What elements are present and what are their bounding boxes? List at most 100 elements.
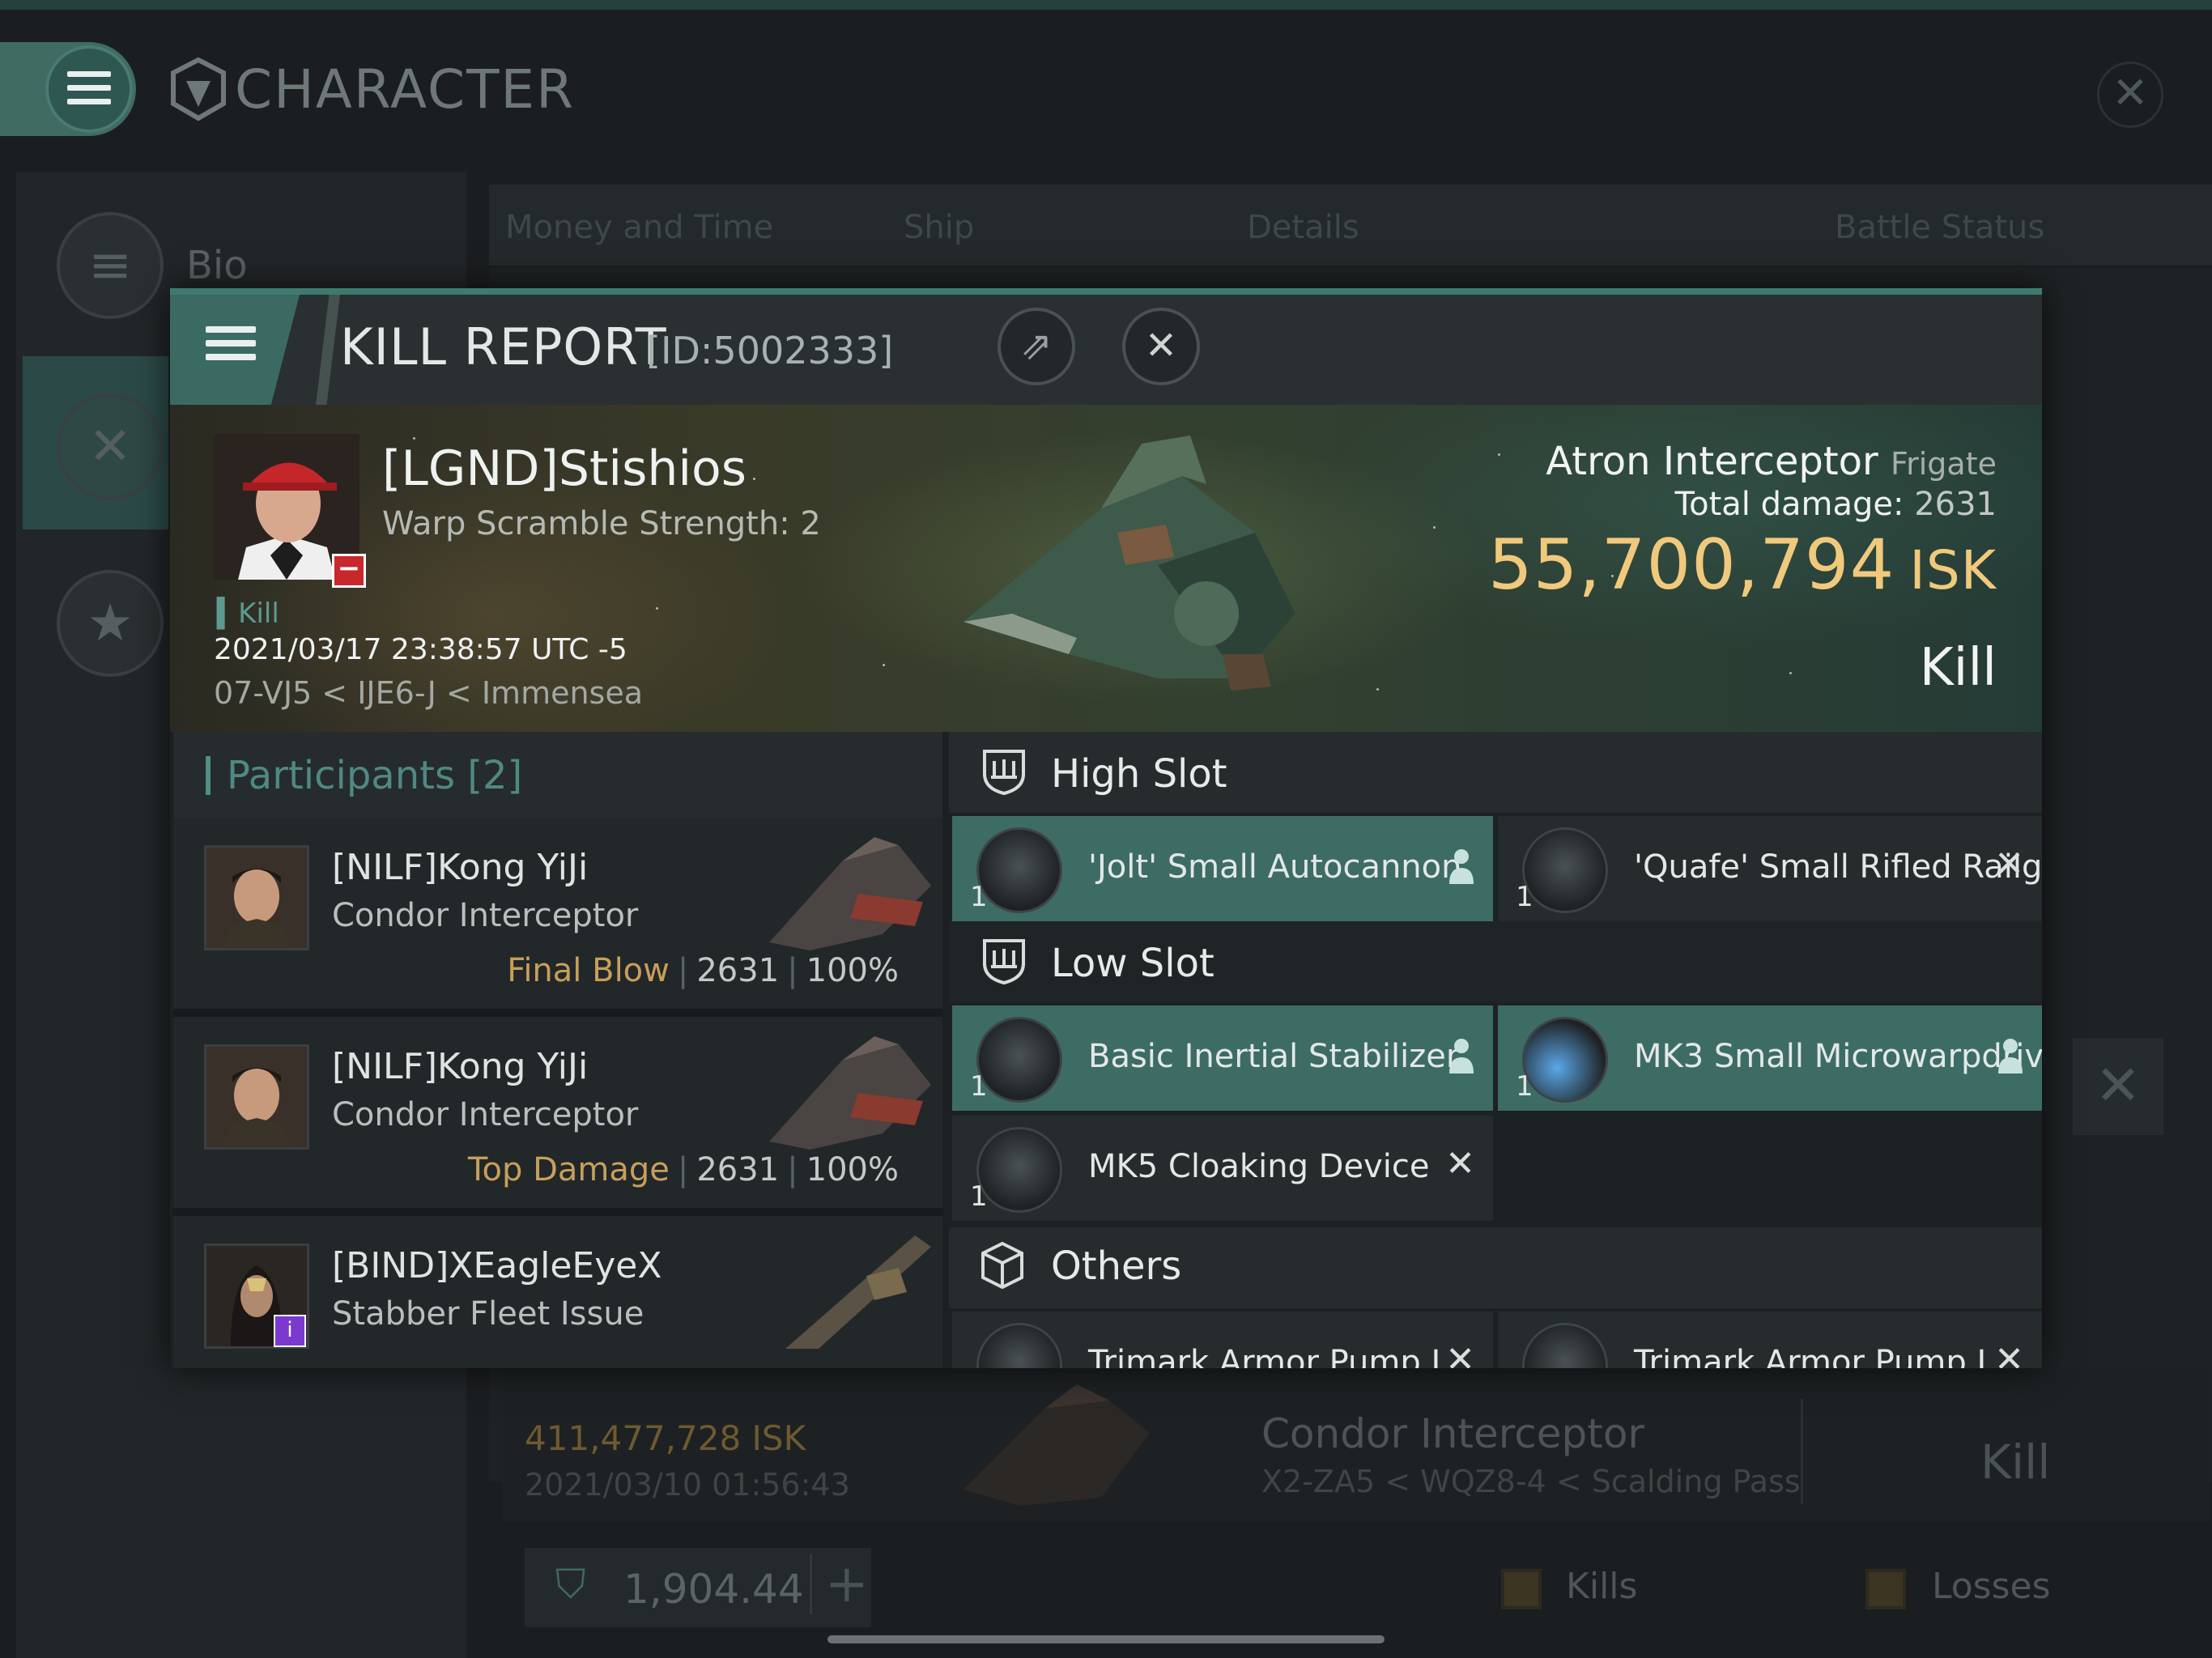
close-icon[interactable]: ✕ [1122,308,1200,385]
isk-unit: ISK [1909,539,1997,602]
share-icon[interactable]: ⇗ [998,308,1075,385]
dropped-person-icon [1449,849,1474,884]
close-icon[interactable]: ✕ [2097,62,2163,128]
divider [1801,1399,1803,1504]
kills-legend-swatch [1501,1569,1542,1609]
isk-icon: ⛉ [555,1561,586,1608]
kill-tag: ▍Kill [217,597,279,630]
row-separator [173,1009,942,1017]
kill-row-location: X2-ZA5 < WQZ8-4 < Scalding Pass [1261,1464,1801,1499]
star-icon[interactable]: ★ [57,570,164,677]
destroyed-icon: ✕ [1994,844,2024,885]
module-quantity: 1 [1516,1070,1534,1103]
participant-name[interactable]: [NILF]Kong YiJi [332,847,588,888]
tab-details[interactable]: Details [1247,209,1359,246]
module-armor-pump[interactable]: Trimark Armor Pump I ✕ [952,1312,1493,1368]
sidebar-item-bio[interactable]: Bio [186,243,248,288]
victim-name[interactable]: [LGND]Stishios [382,440,747,497]
participant-ship: Stabber Fleet Issue [332,1295,644,1333]
participant-damage: 2631 [696,1151,780,1188]
module-inertial-stabilizer[interactable]: 1 Basic Inertial Stabilizer [952,1005,1493,1111]
kill-datetime: 2021/03/17 23:38:57 UTC -5 [214,633,627,666]
isk-value: 55,700,794 ISK [1488,525,1997,606]
kill-hero: − [LGND]Stishios Warp Scramble Strength:… [170,405,2042,732]
top-accent-line [0,0,2212,10]
kill-report-modal: KILL REPORT [ID:5002333] ⇗ ✕ − [LGND]Sti… [170,288,2042,1368]
losses-legend-swatch [1865,1569,1906,1609]
kill-report-title: KILL REPORT [340,317,667,376]
victim-subtitle: Warp Scramble Strength: 2 [382,505,821,542]
armor-pump-icon [1522,1323,1608,1368]
wallet-value: 1,904.44 [623,1566,804,1613]
crossed-swords-icon: ✕ [57,393,164,500]
railgun-icon [1522,827,1608,913]
kill-location[interactable]: 07-VJ5 < IJE6-J < Immensea [214,675,643,711]
participant-ship-image [785,1235,931,1349]
list-icon[interactable]: ≡ [57,212,164,319]
participant-stats: Top Damage | 2631 | 100% [467,1151,899,1188]
participant-name[interactable]: [BIND]XEagleEyeX [332,1245,661,1286]
tab-money-and-time[interactable]: Money and Time [505,209,773,246]
high-slot-title: High Slot [1051,751,1227,797]
module-quafe-railgun[interactable]: 1 'Quafe' Small Rifled Railgun ✕ [1498,816,2042,921]
module-quantity: 1 [970,1070,988,1103]
participants-label: Participants [227,753,455,798]
destroyed-icon: ✕ [1994,1339,2024,1368]
victim-ship-image [963,436,1295,691]
kill-row-result: Kill [1980,1435,2051,1490]
module-name: MK3 Small Microwarpdrive [1634,1038,2042,1075]
participant-name[interactable]: [NILF]Kong YiJi [332,1046,588,1087]
participant-role: Final Blow [507,952,670,989]
kills-legend-label: Kills [1566,1566,1638,1607]
participant-ship-image [769,1036,931,1150]
module-armor-pump[interactable]: Trimark Armor Pump I ✕ [1498,1312,2042,1368]
module-cloaking-device[interactable]: 1 MK5 Cloaking Device ✕ [952,1116,1493,1221]
row-separator [173,1208,942,1216]
kill-row-ship: Condor Interceptor [1261,1410,1644,1457]
add-isk-button[interactable]: + [810,1554,869,1614]
modal-accent-bar [170,288,2042,295]
module-jolt-autocannon[interactable]: 1 'Jolt' Small Autocannon [952,816,1493,921]
losses-legend-label: Losses [1932,1566,2051,1607]
participant-role: Top Damage [467,1151,670,1188]
tab-ship[interactable]: Ship [904,209,974,246]
standing-badge: − [332,554,366,588]
tab-battle-status[interactable]: Battle Status [1835,209,2044,246]
page-title: CHARACTER [235,58,575,121]
kill-result: Kill [1919,638,1997,698]
module-name: Trimark Armor Pump I [1088,1344,1441,1368]
kill-row-isk: 411,477,728 ISK [525,1418,806,1458]
module-name: 'Jolt' Small Autocannon [1088,848,1462,886]
standing-badge: i [274,1315,306,1347]
victim-ship[interactable]: Atron Interceptor Frigate [1546,439,1997,484]
tools-icon[interactable]: ✕ [2073,1038,2163,1135]
home-indicator[interactable] [827,1635,1385,1643]
participant-stats: Final Blow | 2631 | 100% [507,952,899,989]
participant-avatar [204,1044,309,1150]
participants-title: Participants [2] [227,753,522,798]
low-slot-icon [983,939,1025,985]
high-slot-icon [983,750,1025,796]
cube-icon [981,1241,1023,1290]
participant-percent: 100% [806,1151,899,1188]
ship-thumbnail [963,1384,1150,1506]
kill-row-date: 2021/03/10 01:56:43 [525,1467,850,1503]
participant-damage: 2631 [696,952,780,989]
main-menu-circle[interactable] [45,45,133,133]
dropped-person-icon [1449,1039,1474,1073]
others-title: Others [1051,1244,1182,1289]
total-damage: Total damage: 2631 [1674,486,1997,523]
module-quantity: 1 [970,881,988,913]
inertial-stabilizer-icon [976,1017,1062,1103]
module-microwarpdrive[interactable]: 1 MK3 Small Microwarpdrive [1498,1005,2042,1111]
module-name: Trimark Armor Pump I [1634,1344,1987,1368]
module-name: 'Quafe' Small Rifled Railgun [1634,848,2042,886]
participants-count: [2] [467,753,523,798]
participant-ship: Condor Interceptor [332,897,639,934]
isk-amount: 55,700,794 [1487,525,1895,606]
cloaking-device-icon [976,1127,1062,1213]
microwarpdrive-icon [1522,1017,1608,1103]
participant-ship-image [769,837,931,950]
hamburger-icon [206,319,256,368]
module-quantity: 1 [970,1180,988,1213]
